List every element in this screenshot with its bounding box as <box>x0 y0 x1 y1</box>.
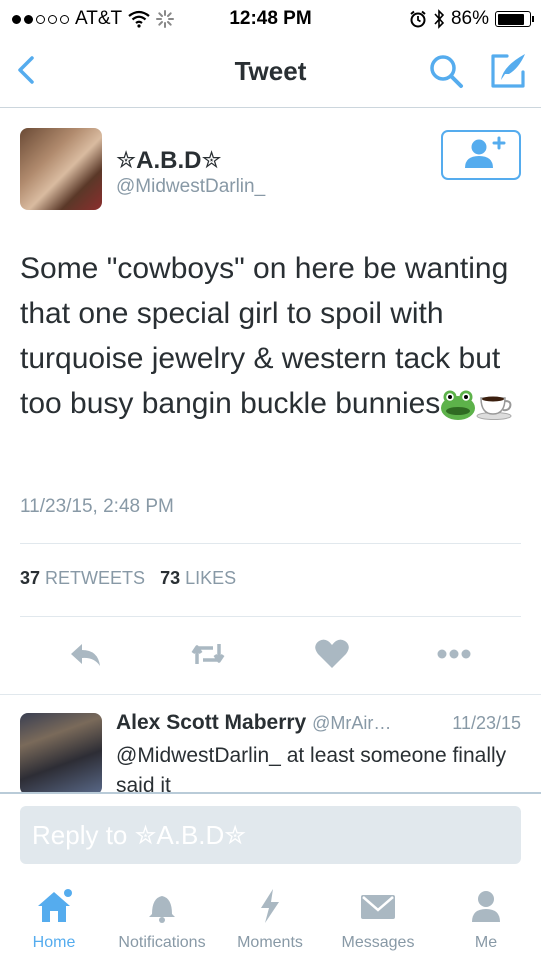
search-icon[interactable] <box>427 52 465 90</box>
tab-label: Me <box>474 934 498 951</box>
bluetooth-icon <box>434 9 445 29</box>
battery-percent: 86% <box>450 8 489 29</box>
retweets-label: RETWEETS <box>45 568 146 588</box>
tab-label: Notifications <box>118 934 206 951</box>
tab-notifications[interactable]: Notifications <box>106 876 218 960</box>
tab-bar: Home Notifications Moments Messages Me <box>0 876 541 960</box>
likes-label: LIKES <box>185 568 237 588</box>
tweet-timestamp: 11/23/15, 2:48 PM <box>20 496 174 517</box>
reply-date: 11/23/15 <box>452 713 521 733</box>
frog-emoji-icon <box>441 390 476 421</box>
author-name[interactable]: ✮A.B.D✮ <box>116 146 222 175</box>
reply-icon[interactable] <box>66 636 106 672</box>
tweet-author: ✮A.B.D✮ @MidwestDarlin_ <box>20 128 521 212</box>
more-options-icon[interactable] <box>434 636 474 672</box>
divider <box>20 543 521 544</box>
divider <box>20 616 521 617</box>
reply-box-border <box>0 792 541 794</box>
like-heart-icon[interactable] <box>312 636 352 672</box>
author-avatar[interactable] <box>20 128 102 210</box>
status-right: 86% <box>409 8 534 30</box>
home-icon <box>38 889 72 922</box>
alarm-icon <box>410 10 426 28</box>
envelope-icon <box>361 895 395 919</box>
tab-messages[interactable]: Messages <box>330 876 426 960</box>
tweet-text: Some "cowboys" on here be wanting that o… <box>20 246 525 426</box>
follow-button[interactable] <box>441 130 521 180</box>
reply-tweet[interactable]: Alex Scott Maberry @MrAir… 11/23/15 @Mid… <box>0 694 541 794</box>
reply-author: Alex Scott Maberry @MrAir… <box>116 711 391 735</box>
likes-stat[interactable]: 73 LIKES <box>160 568 236 588</box>
compose-tweet-icon[interactable] <box>489 50 529 90</box>
reply-placeholder: Reply to ✮A.B.D✮ <box>32 820 247 850</box>
tab-home[interactable]: Home <box>14 876 94 960</box>
tab-me[interactable]: Me <box>446 876 526 960</box>
person-icon <box>472 891 500 922</box>
tab-label: Moments <box>237 934 303 951</box>
lightning-icon <box>261 889 279 923</box>
tab-moments[interactable]: Moments <box>228 876 312 960</box>
bell-icon <box>149 896 175 923</box>
reply-author-handle[interactable]: @MrAir… <box>312 713 391 733</box>
battery-icon <box>495 11 534 27</box>
tweet-stats: 37 RETWEETS 73 LIKES <box>20 568 236 589</box>
retweets-stat[interactable]: 37 RETWEETS <box>20 568 145 588</box>
tab-label: Home <box>32 934 76 951</box>
add-user-icon <box>465 136 506 168</box>
tab-label: Messages <box>341 934 415 951</box>
likes-count: 73 <box>160 568 181 588</box>
reply-avatar[interactable] <box>20 713 102 794</box>
tweet-actions <box>20 636 521 676</box>
retweet-icon[interactable] <box>188 636 228 672</box>
reply-author-name[interactable]: Alex Scott Maberry <box>116 711 306 734</box>
tweet-body: Some "cowboys" on here be wanting that o… <box>20 252 509 420</box>
reply-input[interactable]: Reply to ✮A.B.D✮ <box>20 806 521 864</box>
hot-beverage-emoji-icon <box>476 396 512 421</box>
retweets-count: 37 <box>20 568 41 588</box>
nav-bar: Tweet <box>0 36 541 108</box>
reply-text: @MidwestDarlin_ at least someone finally… <box>116 744 507 794</box>
author-handle[interactable]: @MidwestDarlin_ <box>116 176 265 198</box>
status-bar: AT&T 12:48 PM 86% <box>0 0 541 36</box>
